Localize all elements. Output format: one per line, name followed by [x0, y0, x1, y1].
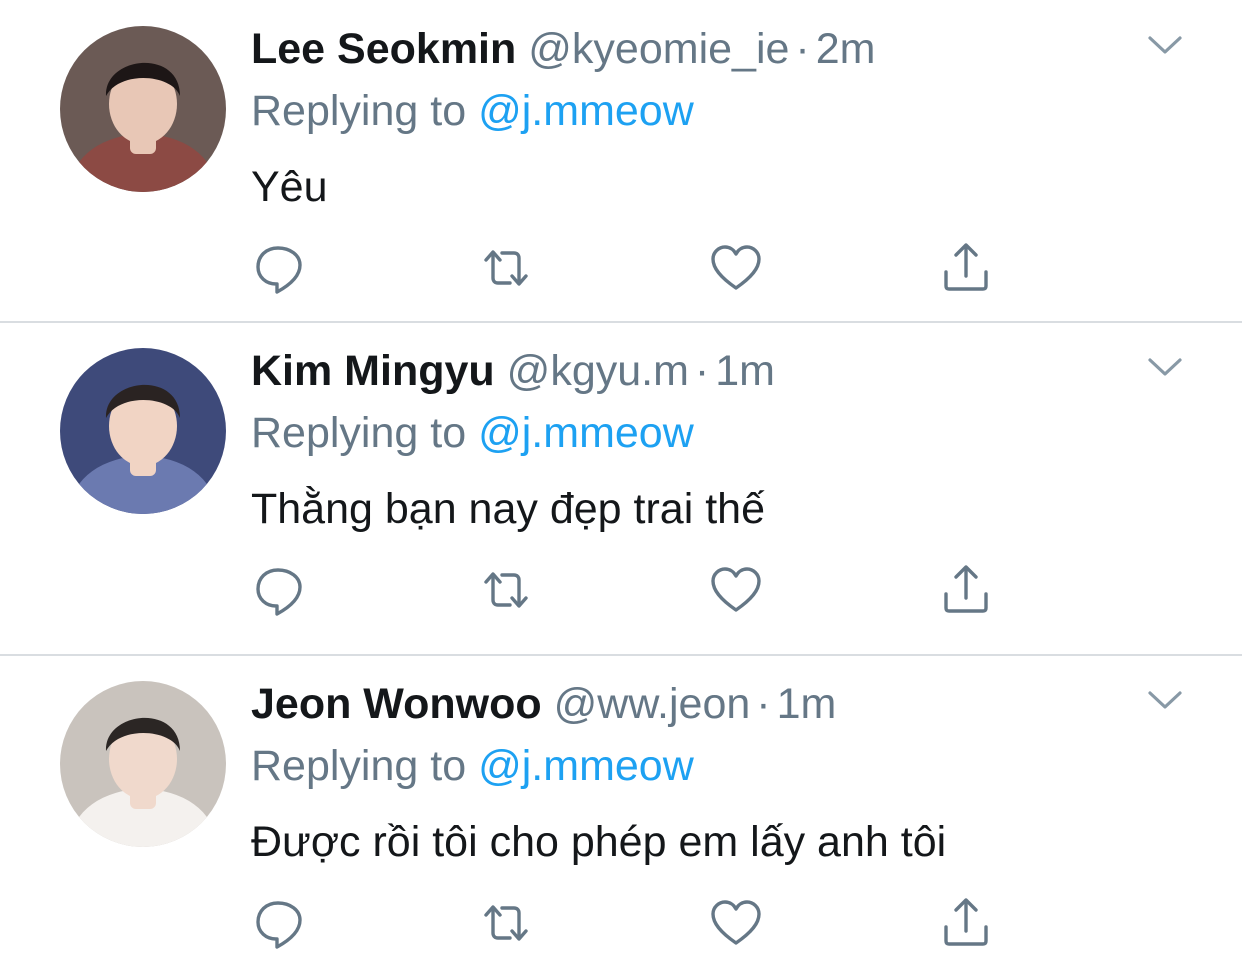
chevron-down-icon[interactable]: [1145, 685, 1185, 715]
share-button[interactable]: [938, 562, 994, 618]
chevron-down-icon[interactable]: [1145, 30, 1185, 60]
retweet-button[interactable]: [478, 895, 534, 951]
replying-to-label: Replying to: [251, 409, 467, 457]
retweet-icon: [478, 240, 534, 296]
tweet-header: Lee Seokmin @kyeomie_ie · 2m: [251, 22, 875, 76]
tweet-actions: [252, 240, 1012, 296]
avatar[interactable]: [60, 26, 226, 192]
heart-icon: [708, 895, 764, 951]
user-handle[interactable]: @ww.jeon: [554, 680, 751, 728]
reply-button[interactable]: [252, 895, 308, 951]
avatar[interactable]: [60, 681, 226, 847]
display-name[interactable]: Kim Mingyu: [251, 347, 495, 395]
display-name[interactable]: Lee Seokmin: [251, 25, 516, 73]
tweet[interactable]: Jeon Wonwoo @ww.jeon · 1m Replying to @j.mm…: [0, 655, 1242, 978]
tweet[interactable]: Lee Seokmin @kyeomie_ie · 2m Replying to @j…: [0, 0, 1242, 322]
mention-link[interactable]: @j.mmeow: [478, 742, 694, 790]
tweet-text: Thằng bạn nay đẹp trai thế: [251, 485, 765, 533]
replying-to-label: Replying to: [251, 87, 467, 135]
display-name[interactable]: Jeon Wonwoo: [251, 680, 542, 728]
tweet-divider: [0, 654, 1242, 656]
share-button[interactable]: [938, 895, 994, 951]
tweet-divider: [0, 321, 1242, 323]
tweet[interactable]: Kim Mingyu @kgyu.m · 1m Replying to @j.mmeo…: [0, 322, 1242, 655]
reply-icon: [252, 562, 308, 618]
separator-dot: ·: [756, 680, 771, 728]
share-icon: [938, 240, 994, 296]
timestamp[interactable]: 1m: [777, 680, 837, 728]
heart-icon: [708, 240, 764, 296]
like-button[interactable]: [708, 562, 764, 618]
replying-to-line: Replying to @j.mmeow: [251, 84, 694, 138]
share-icon: [938, 562, 994, 618]
tweet-header: Jeon Wonwoo @ww.jeon · 1m: [251, 677, 836, 731]
reply-icon: [252, 240, 308, 296]
retweet-button[interactable]: [478, 562, 534, 618]
separator-dot: ·: [694, 347, 710, 395]
tweet-header: Kim Mingyu @kgyu.m · 1m: [251, 344, 775, 398]
mention-link[interactable]: @j.mmeow: [478, 409, 694, 457]
tweet-text: Được rồi tôi cho phép em lấy anh tôi: [251, 818, 947, 866]
timestamp[interactable]: 2m: [816, 25, 876, 73]
tweet-feed: Lee Seokmin @kyeomie_ie · 2m Replying to @j…: [0, 0, 1242, 978]
retweet-button[interactable]: [478, 240, 534, 296]
retweet-icon: [478, 895, 534, 951]
reply-button[interactable]: [252, 240, 308, 296]
user-handle[interactable]: @kgyu.m: [507, 347, 689, 395]
avatar[interactable]: [60, 348, 226, 514]
like-button[interactable]: [708, 240, 764, 296]
replying-to-line: Replying to @j.mmeow: [251, 739, 694, 793]
replying-to-label: Replying to: [251, 742, 467, 790]
user-handle[interactable]: @kyeomie_ie: [528, 25, 789, 73]
timestamp[interactable]: 1m: [715, 347, 775, 395]
mention-link[interactable]: @j.mmeow: [478, 87, 694, 135]
tweet-actions: [252, 562, 1012, 618]
reply-icon: [252, 895, 308, 951]
retweet-icon: [478, 562, 534, 618]
replying-to-line: Replying to @j.mmeow: [251, 406, 694, 460]
heart-icon: [708, 562, 764, 618]
like-button[interactable]: [708, 895, 764, 951]
reply-button[interactable]: [252, 562, 308, 618]
tweet-actions: [252, 895, 1012, 951]
share-button[interactable]: [938, 240, 994, 296]
tweet-text: Yêu: [251, 163, 328, 211]
chevron-down-icon[interactable]: [1145, 352, 1185, 382]
separator-dot: ·: [795, 25, 810, 73]
share-icon: [938, 895, 994, 951]
